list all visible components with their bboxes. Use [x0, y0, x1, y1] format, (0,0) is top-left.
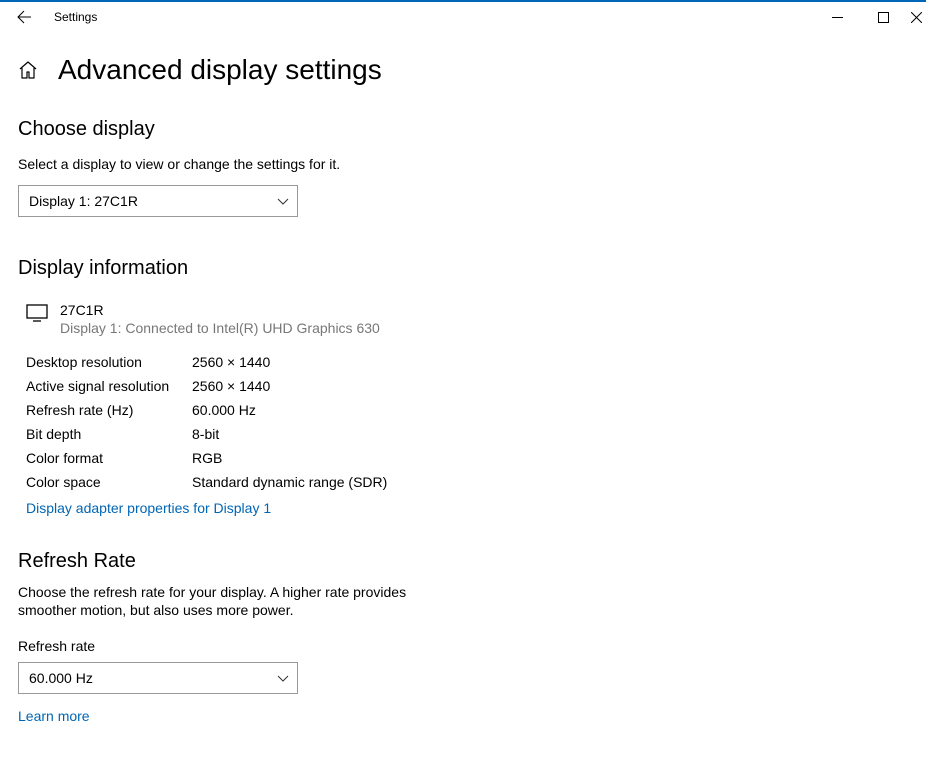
display-connection: Display 1: Connected to Intel(R) UHD Gra… [60, 320, 380, 336]
info-value: 60.000 Hz [192, 402, 256, 418]
close-icon [911, 12, 922, 23]
info-value: RGB [192, 450, 222, 466]
info-label: Bit depth [26, 426, 192, 442]
page-title: Advanced display settings [58, 54, 382, 86]
table-row: Desktop resolution2560 × 1440 [26, 354, 908, 370]
maximize-button[interactable] [860, 2, 906, 32]
display-name-block: 27C1R Display 1: Connected to Intel(R) U… [60, 302, 380, 336]
home-icon [18, 60, 38, 80]
display-select-value: Display 1: 27C1R [29, 193, 138, 209]
table-row: Color spaceStandard dynamic range (SDR) [26, 474, 908, 490]
adapter-properties-link[interactable]: Display adapter properties for Display 1 [18, 500, 271, 516]
choose-display-heading: Choose display [18, 118, 908, 141]
minimize-icon [832, 12, 843, 23]
info-label: Desktop resolution [26, 354, 192, 370]
refresh-rate-heading: Refresh Rate [18, 550, 908, 573]
window-title: Settings [54, 10, 97, 24]
maximize-icon [878, 12, 889, 23]
display-info-heading: Display information [18, 257, 908, 280]
table-row: Bit depth8-bit [26, 426, 908, 442]
refresh-rate-description: Choose the refresh rate for your display… [18, 583, 438, 619]
table-row: Refresh rate (Hz)60.000 Hz [26, 402, 908, 418]
display-name: 27C1R [60, 302, 380, 318]
info-label: Color space [26, 474, 192, 490]
home-button[interactable] [18, 60, 44, 80]
info-value: 2560 × 1440 [192, 378, 270, 394]
window-titlebar: Settings [0, 0, 926, 32]
info-label: Refresh rate (Hz) [26, 402, 192, 418]
close-button[interactable] [906, 2, 926, 32]
refresh-rate-select-value: 60.000 Hz [29, 670, 93, 686]
monitor-icon-wrap [26, 302, 60, 322]
window-controls [814, 2, 926, 32]
page-header: Advanced display settings [18, 54, 908, 86]
choose-display-subtext: Select a display to view or change the s… [18, 155, 908, 173]
display-select[interactable]: Display 1: 27C1R [18, 185, 298, 217]
learn-more-link[interactable]: Learn more [18, 708, 90, 724]
chevron-down-icon [277, 672, 289, 684]
table-row: Active signal resolution2560 × 1440 [26, 378, 908, 394]
arrow-left-icon [16, 9, 32, 25]
info-value: 8-bit [192, 426, 219, 442]
monitor-icon [26, 304, 48, 322]
content-area: Advanced display settings Choose display… [0, 32, 926, 758]
refresh-rate-select[interactable]: 60.000 Hz [18, 662, 298, 694]
info-value: 2560 × 1440 [192, 354, 270, 370]
info-value: Standard dynamic range (SDR) [192, 474, 387, 490]
display-info-header: 27C1R Display 1: Connected to Intel(R) U… [18, 302, 908, 336]
info-label: Active signal resolution [26, 378, 192, 394]
info-label: Color format [26, 450, 192, 466]
display-info-table: Desktop resolution2560 × 1440 Active sig… [18, 354, 908, 490]
minimize-button[interactable] [814, 2, 860, 32]
back-button[interactable] [8, 2, 40, 32]
refresh-rate-field-label: Refresh rate [18, 638, 908, 654]
chevron-down-icon [277, 195, 289, 207]
table-row: Color formatRGB [26, 450, 908, 466]
